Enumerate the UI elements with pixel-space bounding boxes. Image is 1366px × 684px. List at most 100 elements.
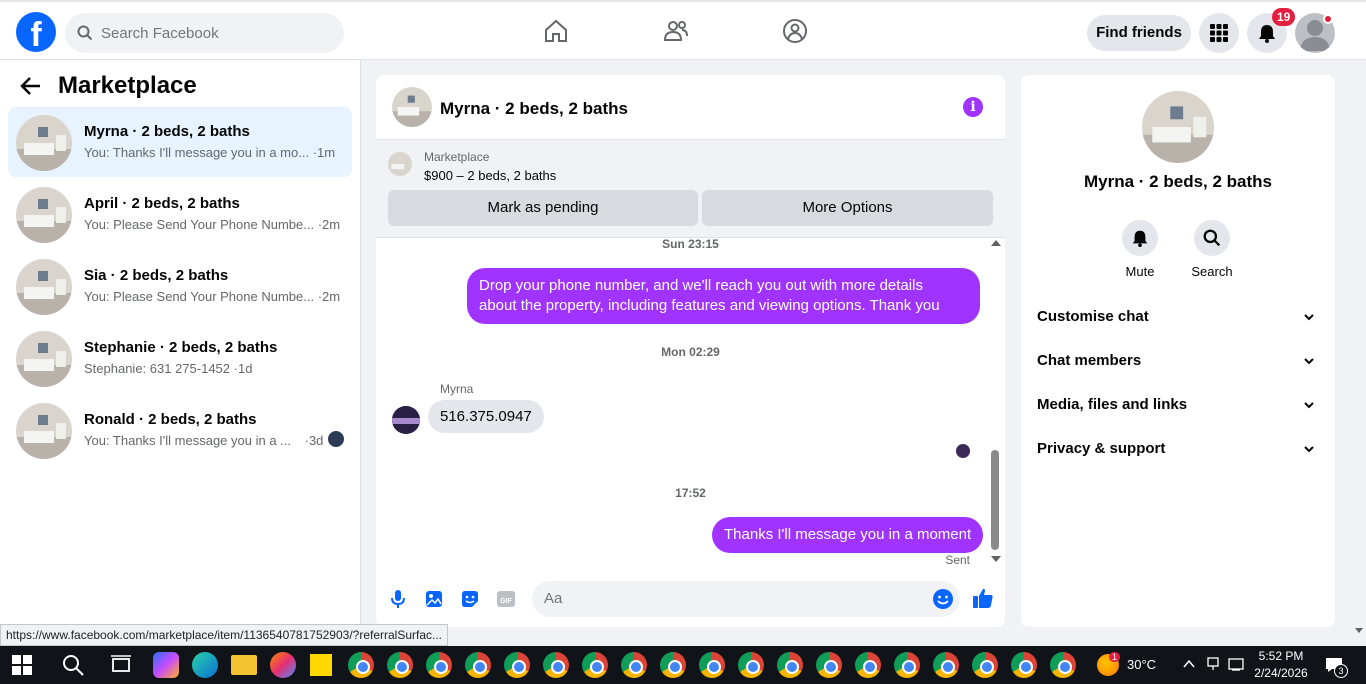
more-options-button[interactable]: More Options: [702, 190, 993, 226]
friends-icon[interactable]: [663, 18, 689, 44]
scroll-up-arrow[interactable]: [991, 240, 1001, 246]
clock-date[interactable]: 2/24/2026: [1252, 666, 1310, 680]
chat-info-panel: Myrna · 2 beds, 2 baths Mute Search Cust…: [1021, 75, 1335, 627]
chrome-icon[interactable]: [660, 652, 686, 678]
file-explorer-icon[interactable]: [231, 655, 257, 675]
scroll-down-arrow[interactable]: [1355, 628, 1363, 633]
network-icon[interactable]: [1205, 656, 1221, 672]
conversation-preview: You: Please Send Your Phone Numbe... ·2m: [84, 217, 341, 232]
mark-as-pending-button[interactable]: Mark as pending: [388, 190, 698, 226]
outgoing-message[interactable]: Drop your phone number, and we'll reach …: [467, 268, 980, 324]
chrome-icon[interactable]: [621, 652, 647, 678]
message-input-box[interactable]: [532, 581, 960, 617]
chrome-icon[interactable]: [699, 652, 725, 678]
chat-scrollbar[interactable]: [989, 240, 1001, 570]
photo-icon[interactable]: [424, 589, 444, 609]
top-bar: f Find friends 19: [0, 0, 1366, 60]
copilot-icon[interactable]: [153, 652, 179, 678]
clock-time[interactable]: 5:52 PM: [1256, 649, 1306, 663]
chevron-down-icon: [1304, 358, 1314, 365]
timestamp: Sun 23:15: [662, 237, 719, 251]
info-icon[interactable]: i: [963, 97, 983, 117]
scroll-down-arrow[interactable]: [991, 556, 1001, 562]
weather-temp[interactable]: 30°C: [1127, 657, 1156, 672]
chevron-down-icon: [1304, 314, 1314, 321]
chrome-icon[interactable]: [465, 652, 491, 678]
section-customise-chat[interactable]: Customise chat: [1037, 308, 1319, 332]
link-status-bar: https://www.facebook.com/marketplace/ite…: [0, 624, 449, 646]
panel-title: Marketplace: [58, 72, 197, 99]
read-receipt-avatar: [328, 431, 344, 447]
chat-thumbnail[interactable]: [392, 87, 432, 127]
listing-thumbnail: [16, 115, 72, 171]
windows-taskbar: 1 30°C 5:52 PM 2/24/2026 3: [0, 646, 1366, 684]
find-friends-button[interactable]: Find friends: [1087, 15, 1191, 51]
search-icon[interactable]: [60, 652, 86, 678]
page-scrollbar[interactable]: [1352, 60, 1366, 646]
conversation-item[interactable]: Sia · 2 beds, 2 baths You: Please Send Y…: [8, 251, 352, 321]
sticker-icon[interactable]: [460, 589, 480, 609]
microphone-icon[interactable]: [388, 589, 408, 609]
conversation-item[interactable]: Myrna · 2 beds, 2 baths You: Thanks I'll…: [8, 107, 352, 177]
sticky-notes-icon[interactable]: [310, 654, 332, 676]
listing-price[interactable]: $900 – 2 beds, 2 baths: [424, 168, 556, 183]
conversation-name: Myrna · 2 beds, 2 baths: [84, 123, 250, 140]
chrome-icon[interactable]: [855, 652, 881, 678]
search-input[interactable]: [101, 24, 321, 42]
outgoing-message[interactable]: Thanks I'll message you in a moment: [712, 517, 984, 553]
conversation-item[interactable]: April · 2 beds, 2 baths You: Please Send…: [8, 179, 352, 249]
svg-text:GIF: GIF: [500, 598, 512, 605]
search-action[interactable]: Search: [1182, 220, 1242, 279]
chrome-icon[interactable]: [504, 652, 530, 678]
menu-button[interactable]: [1199, 13, 1239, 53]
conversation-item[interactable]: Stephanie · 2 beds, 2 baths Stephanie: 6…: [8, 323, 352, 393]
section-privacy-support[interactable]: Privacy & support: [1037, 440, 1319, 464]
section-chat-members[interactable]: Chat members: [1037, 352, 1319, 376]
chrome-icon[interactable]: [543, 652, 569, 678]
volume-icon[interactable]: [1228, 656, 1246, 672]
conversation-preview: You: Thanks I'll message you in a mo... …: [84, 145, 336, 160]
conversation-preview: Stephanie: 631 275-1452 ·1d: [84, 361, 253, 376]
chrome-icon[interactable]: [426, 652, 452, 678]
chat-title[interactable]: Myrna · 2 beds, 2 baths: [440, 99, 628, 119]
thumbs-up-icon[interactable]: [972, 587, 994, 609]
facebook-logo[interactable]: f: [16, 12, 56, 52]
mute-label: Mute: [1125, 264, 1155, 279]
conversation-name: Ronald · 2 beds, 2 baths: [84, 411, 257, 428]
chrome-icon[interactable]: [1011, 652, 1037, 678]
chrome-icon[interactable]: [738, 652, 764, 678]
chat-info-name: Myrna · 2 beds, 2 baths: [1084, 172, 1272, 191]
chevron-up-icon[interactable]: [1182, 658, 1196, 670]
windows-start-icon[interactable]: [12, 655, 32, 675]
chrome-icon[interactable]: [582, 652, 608, 678]
back-arrow-icon[interactable]: [20, 75, 42, 97]
chrome-icon[interactable]: [972, 652, 998, 678]
chrome-icon[interactable]: [894, 652, 920, 678]
sender-avatar[interactable]: [392, 406, 420, 434]
chrome-icon[interactable]: [348, 652, 374, 678]
chrome-icon[interactable]: [1050, 652, 1076, 678]
conversation-item[interactable]: Ronald · 2 beds, 2 baths You: Thanks I'l…: [8, 395, 352, 465]
seen-avatar: [956, 444, 970, 458]
groups-icon[interactable]: [782, 18, 808, 44]
search-box[interactable]: [65, 13, 344, 53]
sent-status: Sent: [945, 553, 970, 567]
section-media-files-links[interactable]: Media, files and links: [1037, 396, 1319, 420]
scrollbar-thumb[interactable]: [991, 450, 999, 550]
task-view-icon[interactable]: [108, 652, 134, 678]
chrome-icon[interactable]: [387, 652, 413, 678]
incoming-message[interactable]: 516.375.0947: [428, 400, 544, 433]
listing-avatar[interactable]: [1142, 91, 1214, 163]
chrome-icon[interactable]: [933, 652, 959, 678]
gif-icon[interactable]: GIF: [496, 589, 516, 609]
timestamp: 17:52: [675, 486, 706, 500]
emoji-icon[interactable]: [932, 588, 954, 610]
paint-icon[interactable]: [270, 652, 296, 678]
edge-icon[interactable]: [192, 652, 218, 678]
message-input[interactable]: [544, 590, 924, 607]
chrome-icon[interactable]: [816, 652, 842, 678]
conversation-list-panel: Marketplace Myrna · 2 beds, 2 baths You:…: [0, 60, 361, 646]
mute-action[interactable]: Mute: [1110, 220, 1170, 279]
chrome-icon[interactable]: [777, 652, 803, 678]
home-icon[interactable]: [543, 18, 569, 44]
